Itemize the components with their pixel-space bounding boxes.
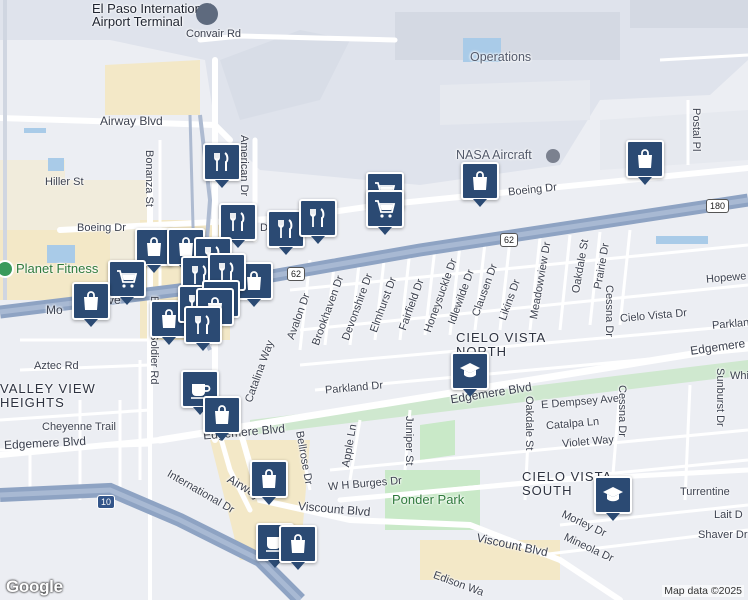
shopping-bag-icon	[633, 147, 657, 171]
cart-icon	[373, 197, 397, 221]
park-label-ponder-park[interactable]: Ponder Park	[392, 492, 464, 507]
fork-knife-icon	[210, 150, 234, 174]
shopping-bag-pin[interactable]	[279, 525, 317, 570]
interstate-shield-i-10: 10	[97, 495, 116, 509]
cart-icon	[115, 267, 139, 291]
highway-shield-us-62-west: 62	[287, 267, 306, 281]
fork-knife-icon	[191, 313, 215, 337]
highway-shield-us-62-east: 62	[500, 233, 519, 247]
shopping-bag-icon	[142, 235, 166, 259]
poi-label-operations: Operations	[470, 50, 532, 64]
shopping-bag-pin[interactable]	[461, 162, 499, 207]
school-pin[interactable]	[594, 476, 632, 521]
road-label-aztec-rd: Aztec Rd	[34, 360, 79, 372]
shopping-bag-icon	[79, 289, 103, 313]
road-label-cheyenne-trail: Cheyenne Trail	[42, 421, 116, 433]
road-label-cessna-dr-south: Cessna Dr	[616, 385, 628, 437]
grocery-cart-pin[interactable]	[366, 190, 404, 235]
road-label-shaver-dr: Shaver Dr	[698, 529, 748, 541]
airport-icon	[196, 3, 218, 25]
fork-knife-icon	[306, 206, 330, 230]
road-label-whi: Whi	[730, 370, 748, 382]
shopping-bag-icon	[468, 169, 492, 193]
shopping-bag-pin[interactable]	[203, 396, 241, 441]
road-label-postal-pl: Postal Pl	[690, 108, 702, 152]
restaurant-pin[interactable]	[184, 306, 222, 351]
shopping-bag-pin[interactable]	[250, 460, 288, 505]
graduation-cap-icon	[601, 483, 625, 507]
poi-label-planet-fitness[interactable]: Planet Fitness	[16, 261, 98, 276]
restaurant-pin[interactable]	[219, 203, 257, 248]
fork-knife-icon	[274, 217, 298, 241]
road-label-cessna-dr-north: Cessna Dr	[603, 285, 615, 337]
shopping-bag-pin[interactable]	[626, 140, 664, 185]
road-label-boeing-dr-west: Boeing Dr	[77, 222, 126, 234]
road-label-convair-rd: Convair Rd	[186, 28, 242, 40]
grocery-cart-pin[interactable]	[108, 260, 146, 305]
shopping-bag-icon	[210, 403, 234, 427]
road-label-sunburst-dr: Sunburst Dr	[714, 368, 726, 427]
road-label-oakdale-st-south: Oakdale St	[523, 396, 535, 451]
road-label-montana-left: Mo	[46, 303, 63, 317]
shopping-bag-pin[interactable]	[72, 282, 110, 327]
graduation-cap-icon	[458, 359, 482, 383]
poi-label-nasa-aircraft: NASA Aircraft	[456, 148, 532, 162]
restaurant-pin[interactable]	[299, 199, 337, 244]
road-label-lait: Lait D	[714, 509, 743, 521]
airport-terminal-label: El Paso International Airport Terminal	[92, 1, 212, 29]
highway-shield-us-180: 180	[706, 199, 730, 213]
museum-icon	[546, 149, 560, 163]
school-pin[interactable]	[451, 352, 489, 397]
road-label-airway-blvd: Airway Blvd	[100, 114, 163, 128]
district-label-valley-view-heights: VALLEY VIEW HEIGHTS	[0, 381, 96, 410]
restaurant-pin[interactable]	[203, 143, 241, 188]
google-logo: Google	[6, 577, 63, 596]
road-label-bonanza-st: Bonanza St	[143, 150, 155, 207]
shopping-bag-icon	[257, 467, 281, 491]
road-label-juniper-st: Juniper St	[403, 416, 415, 466]
shopping-bag-icon	[286, 532, 310, 556]
road-label-turrentine: Turrentine	[680, 486, 730, 498]
fork-knife-icon	[226, 210, 250, 234]
road-label-hiller-st: Hiller St	[45, 176, 84, 188]
map-attribution: Map data ©2025	[662, 585, 744, 597]
